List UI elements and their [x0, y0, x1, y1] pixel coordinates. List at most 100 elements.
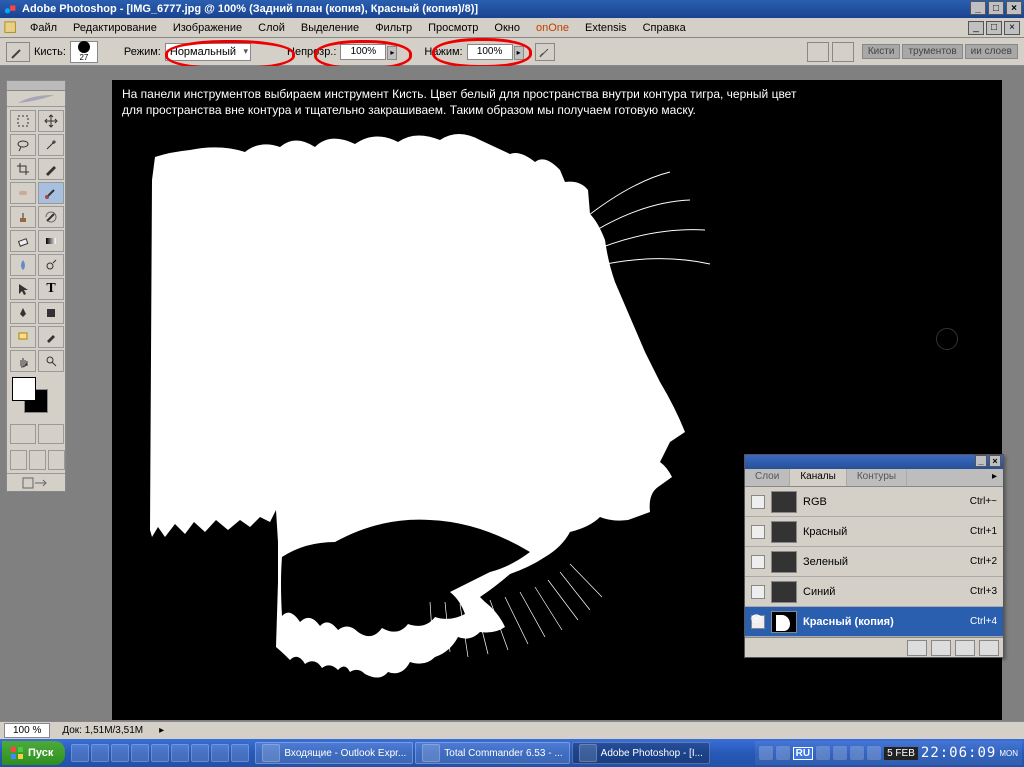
menu-filter[interactable]: Фильтр: [367, 20, 420, 36]
move-tool[interactable]: [38, 110, 64, 132]
type-tool[interactable]: T: [38, 278, 64, 300]
panel-menu-icon[interactable]: ▸: [986, 469, 1003, 486]
flow-flyout-icon[interactable]: ▸: [514, 46, 524, 60]
quicklaunch-item[interactable]: [171, 744, 189, 762]
quicklaunch-item[interactable]: [71, 744, 89, 762]
notes-tool[interactable]: [10, 326, 36, 348]
channel-row-red-copy[interactable]: Красный (копия) Ctrl+4: [745, 607, 1003, 637]
zoom-tool[interactable]: [38, 350, 64, 372]
doc-close-button[interactable]: ×: [1004, 21, 1020, 35]
quicklaunch-item[interactable]: [111, 744, 129, 762]
menu-window[interactable]: Окно: [486, 20, 528, 36]
tab-channels[interactable]: Каналы: [790, 469, 847, 486]
language-indicator[interactable]: RU: [793, 747, 813, 760]
toggle-palettes-button[interactable]: [832, 42, 854, 62]
tray-icon[interactable]: [759, 746, 773, 760]
visibility-toggle[interactable]: [751, 495, 765, 509]
taskbar-task-photoshop[interactable]: Adobe Photoshop - [I...: [572, 742, 710, 764]
menu-onone[interactable]: onOne: [528, 20, 577, 36]
visibility-toggle[interactable]: [751, 585, 765, 599]
visibility-toggle[interactable]: [751, 615, 765, 629]
channel-row-rgb[interactable]: RGB Ctrl+~: [745, 487, 1003, 517]
visibility-toggle[interactable]: [751, 525, 765, 539]
brush-picker[interactable]: 27: [70, 41, 98, 63]
well-tab-brushes[interactable]: Кисти: [862, 44, 901, 59]
menu-file[interactable]: Файл: [22, 20, 65, 36]
shape-tool[interactable]: [38, 302, 64, 324]
color-swatches[interactable]: [9, 377, 63, 419]
flow-input[interactable]: 100%▸: [467, 44, 513, 60]
panel-close-button[interactable]: ×: [989, 455, 1001, 467]
quicklaunch-item[interactable]: [231, 744, 249, 762]
tab-paths[interactable]: Контуры: [847, 469, 907, 486]
palette-button-1[interactable]: [807, 42, 829, 62]
menu-layer[interactable]: Слой: [250, 20, 293, 36]
channel-row-green[interactable]: Зеленый Ctrl+2: [745, 547, 1003, 577]
menu-extensis[interactable]: Extensis: [577, 20, 635, 36]
tray-icon[interactable]: [850, 746, 864, 760]
taskbar-task-outlook[interactable]: Входящие - Outlook Expr...: [255, 742, 413, 764]
crop-tool[interactable]: [10, 158, 36, 180]
lasso-tool[interactable]: [10, 134, 36, 156]
zoom-level[interactable]: 100 %: [4, 723, 50, 738]
quicklaunch-item[interactable]: [131, 744, 149, 762]
gradient-tool[interactable]: [38, 230, 64, 252]
opacity-flyout-icon[interactable]: ▸: [387, 46, 397, 60]
tool-preset-icon[interactable]: [6, 42, 30, 62]
quicklaunch-item[interactable]: [151, 744, 169, 762]
healing-tool[interactable]: [10, 182, 36, 204]
path-select-tool[interactable]: [10, 278, 36, 300]
channel-row-blue[interactable]: Синий Ctrl+3: [745, 577, 1003, 607]
screenmode-full-menubar[interactable]: [29, 450, 46, 470]
airbrush-toggle[interactable]: [535, 43, 555, 61]
quickmask-button[interactable]: [38, 424, 64, 444]
close-button[interactable]: ×: [1006, 1, 1022, 15]
history-brush-tool[interactable]: [38, 206, 64, 228]
standard-mode-button[interactable]: [10, 424, 36, 444]
tray-icon[interactable]: [867, 746, 881, 760]
start-button[interactable]: Пуск: [2, 741, 65, 765]
opacity-input[interactable]: 100%▸: [340, 44, 386, 60]
foreground-color[interactable]: [12, 377, 36, 401]
load-selection-button[interactable]: [907, 640, 927, 656]
tray-icon[interactable]: [776, 746, 790, 760]
palette-grip[interactable]: [7, 81, 65, 91]
doc-minimize-button[interactable]: _: [968, 21, 984, 35]
panel-minimize-button[interactable]: _: [975, 455, 987, 467]
taskbar-task-totalcmd[interactable]: Total Commander 6.53 - ...: [415, 742, 569, 764]
menu-select[interactable]: Выделение: [293, 20, 367, 36]
channel-row-red[interactable]: Красный Ctrl+1: [745, 517, 1003, 547]
quicklaunch-item[interactable]: [191, 744, 209, 762]
maximize-button[interactable]: □: [988, 1, 1004, 15]
save-selection-button[interactable]: [931, 640, 951, 656]
quicklaunch-item[interactable]: [211, 744, 229, 762]
new-channel-button[interactable]: [955, 640, 975, 656]
delete-channel-button[interactable]: [979, 640, 999, 656]
imageready-button[interactable]: [7, 473, 65, 491]
menu-image[interactable]: Изображение: [165, 20, 250, 36]
blend-mode-select[interactable]: Нормальный: [165, 43, 251, 61]
well-tab-layer-comps[interactable]: ии слоев: [965, 44, 1018, 59]
doc-restore-button[interactable]: □: [986, 21, 1002, 35]
brush-tool[interactable]: [38, 182, 64, 204]
magic-wand-tool[interactable]: [38, 134, 64, 156]
pen-tool[interactable]: [10, 302, 36, 324]
screenmode-full[interactable]: [48, 450, 65, 470]
menu-view[interactable]: Просмотр: [420, 20, 486, 36]
slice-tool[interactable]: [38, 158, 64, 180]
clone-stamp-tool[interactable]: [10, 206, 36, 228]
screenmode-standard[interactable]: [10, 450, 27, 470]
marquee-tool[interactable]: [10, 110, 36, 132]
dodge-tool[interactable]: [38, 254, 64, 276]
menu-help[interactable]: Справка: [635, 20, 694, 36]
quicklaunch-item[interactable]: [91, 744, 109, 762]
menu-edit[interactable]: Редактирование: [65, 20, 165, 36]
doc-info-flyout-icon[interactable]: ▸: [159, 725, 164, 736]
well-tab-tool-presets[interactable]: трументов: [902, 44, 962, 59]
visibility-toggle[interactable]: [751, 555, 765, 569]
eraser-tool[interactable]: [10, 230, 36, 252]
blur-tool[interactable]: [10, 254, 36, 276]
tray-icon[interactable]: [833, 746, 847, 760]
tab-layers[interactable]: Слои: [745, 469, 790, 486]
tray-icon[interactable]: [816, 746, 830, 760]
